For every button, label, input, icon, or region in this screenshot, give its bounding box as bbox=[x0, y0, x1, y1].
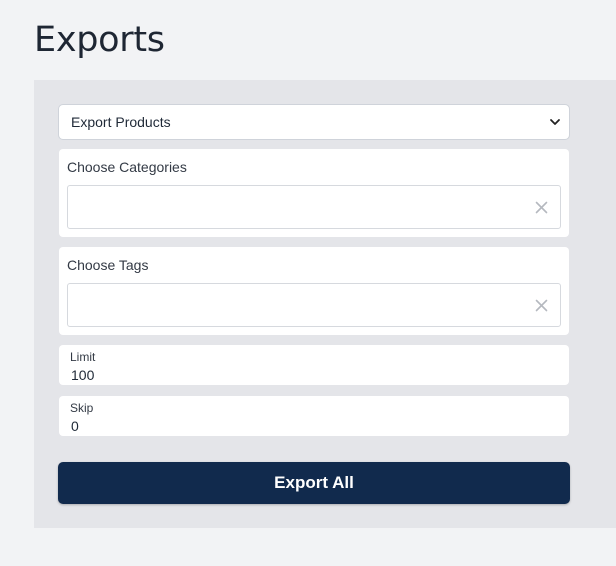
export-type-selected-value: Export Products bbox=[71, 114, 171, 130]
limit-input[interactable]: 100 bbox=[71, 367, 94, 383]
categories-card: Choose Categories bbox=[59, 149, 569, 237]
categories-multiselect-input[interactable] bbox=[67, 185, 561, 229]
page-title: Exports bbox=[34, 20, 165, 60]
export-type-select[interactable]: Export Products bbox=[58, 104, 570, 140]
export-form-panel: Export Products Choose Categories Choose… bbox=[34, 80, 616, 528]
skip-field[interactable]: Skip 0 bbox=[59, 396, 569, 436]
chevron-down-icon bbox=[550, 119, 560, 125]
tags-multiselect-input[interactable] bbox=[67, 283, 561, 327]
close-icon[interactable] bbox=[535, 299, 548, 312]
export-all-button[interactable]: Export All bbox=[58, 462, 570, 504]
skip-input[interactable]: 0 bbox=[71, 418, 79, 434]
categories-label: Choose Categories bbox=[67, 159, 187, 175]
tags-card: Choose Tags bbox=[59, 247, 569, 335]
skip-label: Skip bbox=[70, 401, 94, 415]
close-icon[interactable] bbox=[535, 201, 548, 214]
limit-label: Limit bbox=[70, 350, 96, 364]
tags-label: Choose Tags bbox=[67, 257, 149, 273]
limit-field[interactable]: Limit 100 bbox=[59, 345, 569, 385]
